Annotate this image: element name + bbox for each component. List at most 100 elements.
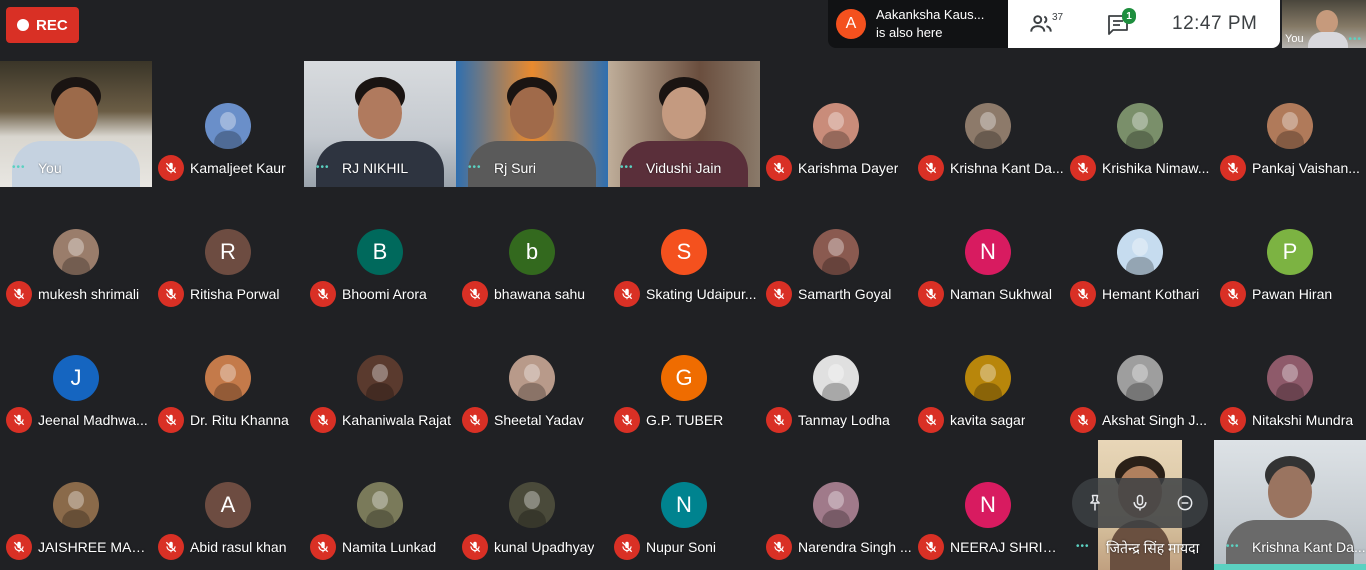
mic-off-icon [766, 155, 792, 181]
mic-off-icon [310, 407, 336, 433]
more-options-icon[interactable]: ••• [12, 162, 26, 173]
pin-button[interactable] [1079, 487, 1111, 519]
profile-photo [205, 103, 251, 149]
participant-name: Pankaj Vaishan... [1252, 160, 1360, 176]
participant-tile[interactable]: B Bhoomi Arora [304, 187, 456, 313]
participant-name: Tanmay Lodha [798, 412, 890, 428]
mic-off-icon [158, 155, 184, 181]
initial-avatar: R [205, 229, 251, 275]
participant-tile[interactable]: Nitakshi Mundra [1214, 313, 1366, 439]
mic-off-icon [1220, 281, 1246, 307]
participant-name: Rj Suri [494, 160, 537, 176]
participant-name: Vidushi Jain [646, 160, 722, 176]
participant-tile[interactable]: JAISHREE MAN... [0, 440, 152, 566]
photo-figure-body [1276, 383, 1304, 401]
profile-photo [53, 229, 99, 275]
participant-tile[interactable]: Namita Lunkad [304, 440, 456, 566]
photo-figure-body [366, 510, 394, 528]
participant-tile[interactable]: kunal Upadhyay [456, 440, 608, 566]
mic-off-icon [1220, 155, 1246, 181]
photo-figure [828, 491, 844, 509]
profile-photo [357, 482, 403, 528]
participant-tile[interactable]: Samarth Goyal [760, 187, 912, 313]
participant-tile[interactable]: Kamaljeet Kaur [152, 61, 304, 187]
more-options-icon[interactable]: ••• [1348, 34, 1362, 45]
participant-tile[interactable]: Krishna Kant Da... [912, 61, 1064, 187]
participant-tile[interactable]: ••• You [0, 61, 152, 187]
profile-photo [53, 482, 99, 528]
profile-photo [1117, 103, 1163, 149]
participant-name: kavita sagar [950, 412, 1026, 428]
photo-figure-body [822, 383, 850, 401]
join-message: is also here [876, 25, 943, 40]
mute-button[interactable] [1124, 487, 1156, 519]
photo-figure-body [518, 510, 546, 528]
participant-tile[interactable]: Karishma Dayer [760, 61, 912, 187]
profile-photo [965, 103, 1011, 149]
photo-figure-body [366, 383, 394, 401]
participant-name: Krishna Kant Da... [1252, 539, 1366, 555]
participant-tile[interactable]: ••• RJ NIKHIL [304, 61, 456, 187]
participant-tile[interactable]: G G.P. TUBER [608, 313, 760, 439]
mic-off-icon [158, 534, 184, 560]
participant-tile[interactable]: Narendra Singh ... [760, 440, 912, 566]
more-options-icon[interactable]: ••• [1226, 541, 1240, 552]
participant-tile[interactable]: Pankaj Vaishan... [1214, 61, 1366, 187]
participant-name: mukesh shrimali [38, 286, 140, 302]
photo-figure-body [214, 383, 242, 401]
participant-tile[interactable]: Krishika Nimaw... [1064, 61, 1216, 187]
participant-tile[interactable]: P Pawan Hiran [1214, 187, 1366, 313]
initial-avatar: J [53, 355, 99, 401]
photo-figure-body [62, 510, 90, 528]
photo-figure-body [1126, 383, 1154, 401]
participant-tile[interactable]: ••• Vidushi Jain [608, 61, 760, 187]
join-notification[interactable]: A Aakanksha Kaus... is also here [828, 0, 1008, 48]
mic-off-icon [158, 407, 184, 433]
participant-tile[interactable]: A Abid rasul khan [152, 440, 304, 566]
participant-tile[interactable]: Dr. Ritu Khanna [152, 313, 304, 439]
mic-off-icon [310, 534, 336, 560]
participant-tile[interactable]: b bhawana sahu [456, 187, 608, 313]
participant-tile[interactable]: kavita sagar [912, 313, 1064, 439]
more-options-icon[interactable]: ••• [316, 162, 330, 173]
participant-tile[interactable]: mukesh shrimali [0, 187, 152, 313]
participant-name: Krishika Nimaw... [1102, 160, 1210, 176]
photo-figure [68, 491, 84, 509]
tile-hover-controls [1072, 478, 1208, 528]
photo-figure [220, 364, 236, 382]
participant-tile[interactable]: R Ritisha Porwal [152, 187, 304, 313]
participant-tile[interactable]: Sheetal Yadav [456, 313, 608, 439]
participant-tile[interactable]: J Jeenal Madhwa... [0, 313, 152, 439]
mic-off-icon [462, 407, 488, 433]
photo-figure-body [518, 383, 546, 401]
join-avatar: A [836, 9, 866, 39]
photo-figure-body [1126, 257, 1154, 275]
mic-off-icon [462, 281, 488, 307]
participant-tile[interactable]: ••• Krishna Kant Da... [1214, 440, 1366, 570]
more-options-icon[interactable]: ••• [620, 162, 634, 173]
participant-name: NEERAJ SHRIM... [950, 539, 1064, 555]
photo-figure [372, 491, 388, 509]
participant-tile[interactable]: N Nupur Soni [608, 440, 760, 566]
participant-tile[interactable]: ••• Rj Suri [456, 61, 608, 187]
participant-tile[interactable]: Kahaniwala Rajat [304, 313, 456, 439]
participant-tile[interactable]: Akshat Singh J... [1064, 313, 1216, 439]
mic-off-icon [918, 281, 944, 307]
photo-figure [1132, 112, 1148, 130]
participant-tile[interactable]: Hemant Kothari [1064, 187, 1216, 313]
participant-tile[interactable]: N Naman Sukhwal [912, 187, 1064, 313]
initial-avatar: S [661, 229, 707, 275]
photo-figure [68, 238, 84, 256]
recording-indicator[interactable]: REC [6, 7, 79, 43]
participant-tile[interactable]: Tanmay Lodha [760, 313, 912, 439]
remove-button[interactable] [1169, 487, 1201, 519]
photo-figure-body [822, 510, 850, 528]
more-options-icon[interactable]: ••• [1076, 541, 1090, 552]
participant-tile[interactable]: N NEERAJ SHRIM... [912, 440, 1064, 566]
top-right-panel: 37 1 12:47 PM [1008, 0, 1280, 48]
more-options-icon[interactable]: ••• [468, 162, 482, 173]
photo-figure-body [1126, 131, 1154, 149]
self-view-thumbnail[interactable]: You ••• [1282, 0, 1366, 48]
participant-tile[interactable]: S Skating Udaipur... [608, 187, 760, 313]
video-face [1268, 466, 1312, 518]
